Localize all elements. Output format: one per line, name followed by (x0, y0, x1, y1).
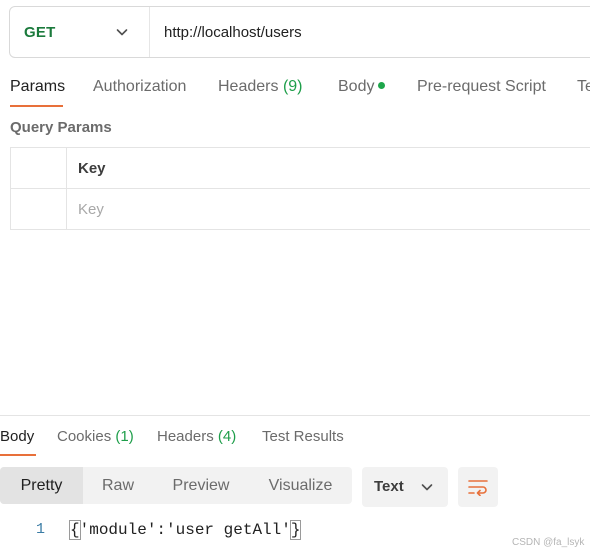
tab-pre-request-label: Pre-request Script (417, 78, 546, 95)
response-active-tab-indicator (0, 454, 36, 456)
response-tab-test-results-label: Test Results (262, 428, 344, 445)
response-divider[interactable] (0, 415, 590, 416)
response-body-text[interactable]: {'module':'user getAll'} (69, 520, 302, 540)
tab-authorization-label: Authorization (93, 78, 187, 95)
view-visualize-button[interactable]: Visualize (249, 467, 352, 504)
query-params-title: Query Params (10, 119, 112, 136)
view-preview-button[interactable]: Preview (153, 467, 249, 504)
body-indicator-dot (378, 82, 386, 90)
response-tab-test-results[interactable]: Test Results (262, 428, 344, 445)
table-header-row: Key (11, 148, 590, 189)
format-select[interactable]: Text (362, 467, 448, 507)
wrap-lines-icon (468, 480, 488, 496)
method-label: GET (24, 23, 56, 41)
response-tab-headers-count: (4) (217, 428, 237, 445)
view-mode-group: Pretty Raw Preview Visualize (0, 467, 352, 504)
tab-pre-request-script[interactable]: Pre-request Script (417, 78, 546, 96)
table-row: Key (11, 189, 590, 230)
tab-params-label: Params (10, 78, 66, 95)
response-tab-headers-label: Headers (157, 428, 214, 445)
active-tab-indicator (10, 105, 63, 107)
tab-authorization[interactable]: Authorization (93, 78, 186, 96)
checkbox-column (11, 148, 67, 188)
response-tab-cookies[interactable]: Cookies (1) (57, 428, 134, 445)
response-tabs: Body Cookies (1) Headers (4) Test Result… (0, 420, 590, 456)
response-body-content: 'module':'user getAll' (79, 521, 291, 539)
key-column-header: Key (78, 160, 106, 177)
chevron-down-icon (116, 29, 128, 36)
key-input[interactable]: Key (78, 201, 104, 218)
format-label: Text (374, 478, 404, 495)
watermark: CSDN @fa_lsyk (512, 537, 585, 548)
tab-body-label: Body (338, 78, 375, 95)
response-tab-body[interactable]: Body (0, 428, 34, 445)
tab-params[interactable]: Params (10, 78, 65, 96)
request-url-bar: GET http://localhost/users (9, 6, 590, 58)
response-tab-body-label: Body (0, 428, 35, 445)
view-raw-button[interactable]: Raw (83, 467, 153, 504)
url-input[interactable]: http://localhost/users (150, 24, 302, 41)
method-select[interactable]: GET (10, 7, 150, 57)
row-checkbox-cell[interactable] (11, 189, 67, 230)
tab-headers[interactable]: Headers (9) (218, 78, 303, 96)
tab-headers-count: (9) (282, 78, 303, 95)
open-brace: { (69, 520, 81, 540)
view-pretty-button[interactable]: Pretty (0, 467, 83, 504)
response-body-line: 1 {'module':'user getAll'} (0, 518, 590, 542)
query-params-table: Key Key (10, 147, 590, 230)
response-tab-cookies-count: (1) (115, 428, 134, 445)
response-tab-cookies-label: Cookies (57, 428, 112, 445)
response-tab-headers[interactable]: Headers (4) (157, 428, 236, 445)
tab-body[interactable]: Body (338, 78, 386, 96)
close-brace: } (289, 520, 302, 540)
chevron-down-icon (421, 484, 433, 491)
request-tabs: Params Authorization Headers (9) Body Pr… (0, 72, 590, 108)
wrap-lines-button[interactable] (458, 467, 498, 507)
tab-headers-label: Headers (218, 78, 279, 95)
tab-tests[interactable]: Te (577, 78, 590, 96)
line-number: 1 (36, 521, 46, 538)
tab-tests-label: Te (577, 78, 590, 95)
